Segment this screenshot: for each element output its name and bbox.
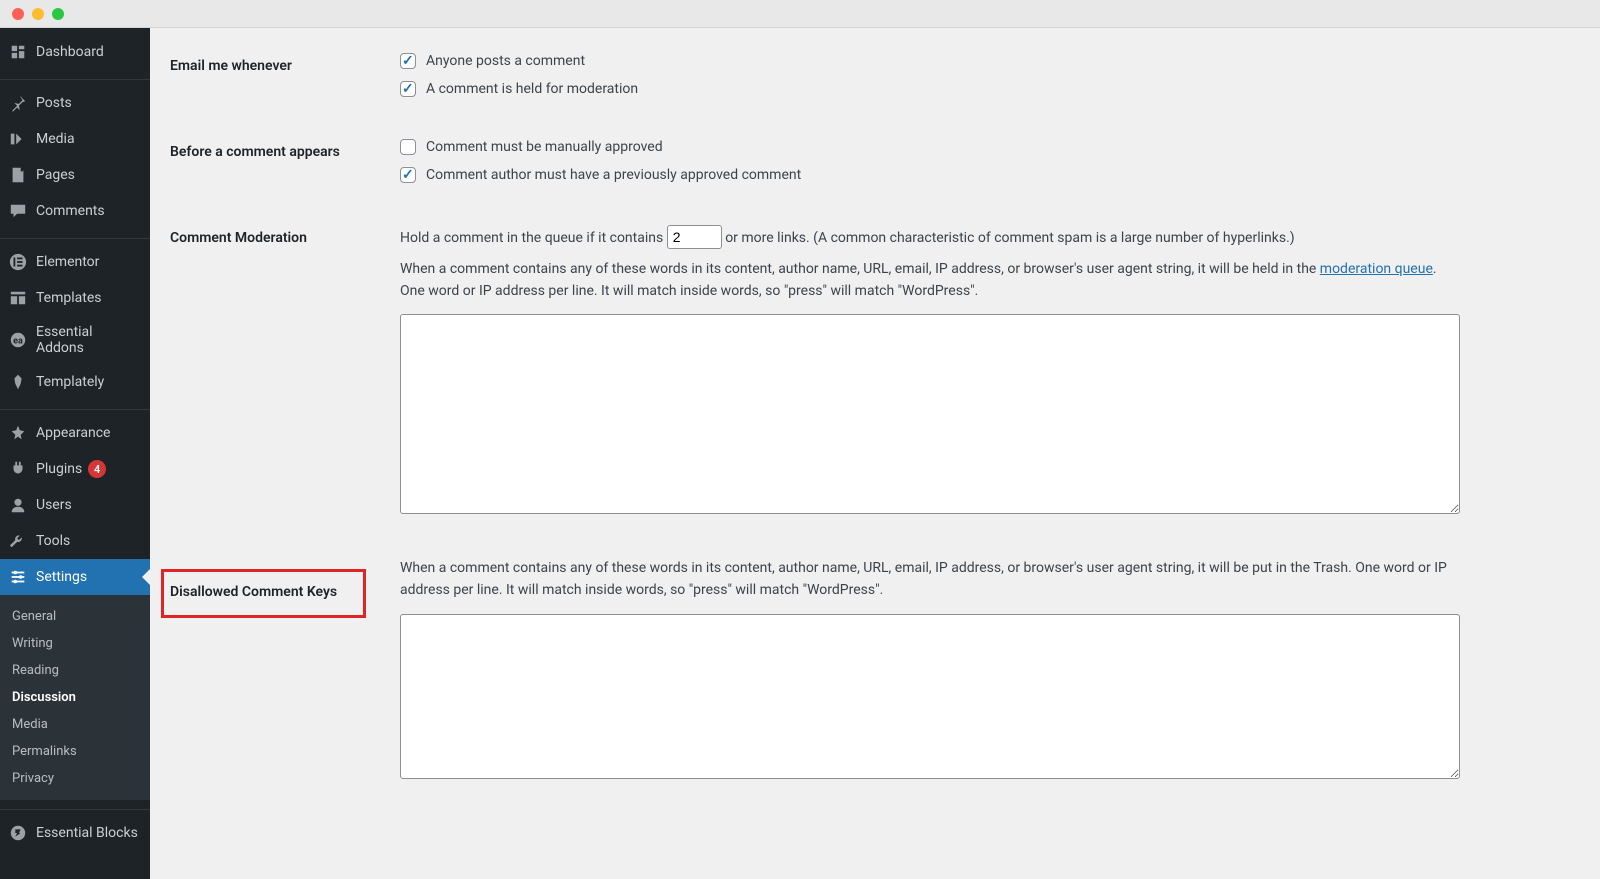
settings-icon: [8, 567, 28, 587]
sidebar-item-label: Dashboard: [36, 44, 104, 60]
tools-icon: [8, 531, 28, 551]
sidebar-item-templates[interactable]: Templates: [0, 280, 150, 316]
email-anyone-posts-checkbox[interactable]: [400, 53, 416, 69]
sidebar-item-label: Plugins: [36, 461, 82, 477]
sidebar-item-users[interactable]: Users: [0, 487, 150, 523]
email-held-moderation-checkbox[interactable]: [400, 81, 416, 97]
submenu-item-reading[interactable]: Reading: [0, 657, 150, 684]
sidebar-item-label: Media: [36, 131, 75, 147]
elementor-icon: [8, 252, 28, 272]
users-icon: [8, 495, 28, 515]
sidebar-item-label: Settings: [36, 569, 87, 585]
minimize-window-icon[interactable]: [32, 8, 44, 20]
sidebar-item-label: Essential Addons: [36, 324, 142, 356]
sidebar-item-pages[interactable]: Pages: [0, 157, 150, 193]
sidebar-item-appearance[interactable]: Appearance: [0, 415, 150, 451]
macos-titlebar: [0, 0, 1600, 28]
sidebar-item-label: Users: [36, 497, 72, 513]
svg-text:ea: ea: [13, 337, 23, 347]
sidebar-item-label: Elementor: [36, 254, 99, 270]
nav-separator: [0, 405, 150, 410]
moderation-queue-link[interactable]: moderation queue: [1320, 261, 1433, 277]
comments-icon: [8, 201, 28, 221]
nav-separator: [0, 805, 150, 810]
pushpin-icon: [8, 93, 28, 113]
previously-approved-checkbox[interactable]: [400, 167, 416, 183]
submenu-item-media[interactable]: Media: [0, 711, 150, 738]
checkbox-label: Anyone posts a comment: [426, 53, 585, 69]
sidebar-item-elementor[interactable]: Elementor: [0, 244, 150, 280]
settings-submenu: General Writing Reading Discussion Media…: [0, 595, 150, 800]
essential-addons-icon: ea: [8, 330, 28, 350]
templately-icon: [8, 372, 28, 392]
plugin-update-badge: 4: [88, 460, 106, 478]
moderation-keys-textarea[interactable]: [400, 314, 1460, 514]
disallowed-comment-keys-heading: Disallowed Comment Keys: [170, 584, 337, 600]
sidebar-item-comments[interactable]: Comments: [0, 193, 150, 229]
sidebar-item-label: Templates: [36, 290, 102, 306]
hold-post-text: or more links. (A common characteristic …: [725, 230, 1294, 246]
sidebar-item-essential-blocks[interactable]: Essential Blocks: [0, 815, 150, 851]
form-table: Email me whenever Anyone posts a comment…: [170, 38, 1580, 798]
plugins-icon: [8, 459, 28, 479]
sidebar-item-posts[interactable]: Posts: [0, 85, 150, 121]
admin-sidebar: Dashboard Posts Media Pages Comments Ele…: [0, 28, 150, 879]
sidebar-item-essential-addons[interactable]: ea Essential Addons: [0, 316, 150, 364]
comment-moderation-heading: Comment Moderation: [170, 210, 390, 533]
page-icon: [8, 165, 28, 185]
maximize-window-icon[interactable]: [52, 8, 64, 20]
sidebar-item-label: Appearance: [36, 425, 110, 441]
sidebar-item-plugins[interactable]: Plugins 4: [0, 451, 150, 487]
submenu-item-writing[interactable]: Writing: [0, 630, 150, 657]
checkbox-label: A comment is held for moderation: [426, 81, 638, 97]
sidebar-item-label: Essential Blocks: [36, 825, 138, 841]
media-icon: [8, 129, 28, 149]
manually-approved-checkbox[interactable]: [400, 139, 416, 155]
sidebar-item-media[interactable]: Media: [0, 121, 150, 157]
submenu-item-general[interactable]: General: [0, 603, 150, 630]
disallowed-keys-highlight: Disallowed Comment Keys: [161, 569, 366, 618]
settings-content: Email me whenever Anyone posts a comment…: [150, 28, 1600, 879]
nav-separator: [0, 234, 150, 239]
disallowed-keys-textarea[interactable]: [400, 614, 1460, 779]
hold-pre-text: Hold a comment in the queue if it contai…: [400, 230, 663, 246]
checkbox-label: Comment author must have a previously ap…: [426, 167, 801, 183]
sidebar-item-label: Templately: [36, 374, 104, 390]
dashboard-icon: [8, 42, 28, 62]
sidebar-item-dashboard[interactable]: Dashboard: [0, 28, 150, 70]
submenu-item-permalinks[interactable]: Permalinks: [0, 738, 150, 765]
email-me-heading: Email me whenever: [170, 38, 390, 124]
nav-separator: [0, 75, 150, 80]
max-links-input[interactable]: [667, 225, 722, 249]
templates-icon: [8, 288, 28, 308]
sidebar-item-label: Pages: [36, 167, 75, 183]
submenu-item-privacy[interactable]: Privacy: [0, 765, 150, 792]
moderation-description: When a comment contains any of these wor…: [400, 259, 1460, 302]
close-window-icon[interactable]: [12, 8, 24, 20]
sidebar-item-label: Tools: [36, 533, 70, 549]
sidebar-item-label: Posts: [36, 95, 72, 111]
appearance-icon: [8, 423, 28, 443]
sidebar-item-templately[interactable]: Templately: [0, 364, 150, 400]
checkbox-label: Comment must be manually approved: [426, 139, 663, 155]
sidebar-item-settings[interactable]: Settings: [0, 559, 150, 595]
disallowed-description: When a comment contains any of these wor…: [400, 558, 1460, 601]
before-comment-heading: Before a comment appears: [170, 124, 390, 210]
submenu-item-discussion[interactable]: Discussion: [0, 684, 150, 711]
sidebar-item-tools[interactable]: Tools: [0, 523, 150, 559]
essential-blocks-icon: [8, 823, 28, 843]
sidebar-item-label: Comments: [36, 203, 105, 219]
